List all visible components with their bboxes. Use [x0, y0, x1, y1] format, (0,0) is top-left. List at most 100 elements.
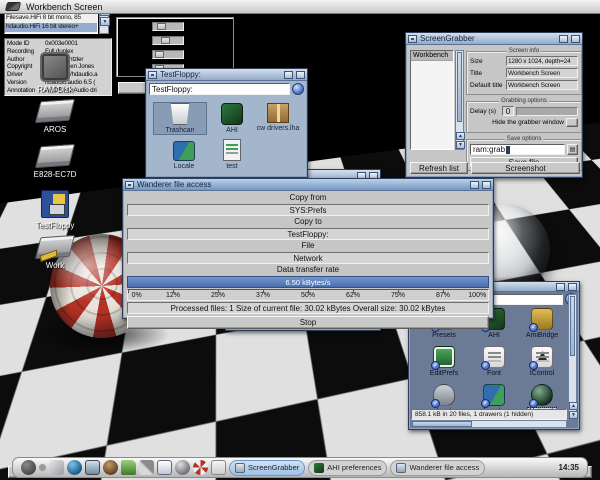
shell-icon[interactable]	[49, 460, 64, 475]
grey-ball-icon[interactable]	[175, 460, 190, 475]
progress-scale: 0% 12% 25% 37% 50% 62% 75% 87% 100%	[127, 289, 489, 301]
copy-to-label: Copy to	[127, 217, 489, 227]
network-icon: ✓	[531, 384, 553, 406]
taskbar-window-ahi[interactable]: AHI preferences	[308, 460, 387, 476]
file-access-titlebar[interactable]: Wanderer file access	[123, 179, 493, 191]
desktop-icon-e828[interactable]: E828-EC7D	[22, 145, 88, 179]
file-label: File	[127, 241, 489, 251]
search-doc-icon[interactable]	[157, 460, 172, 475]
icontrol-icon: ✓	[531, 346, 553, 368]
screen-list[interactable]: Workbench	[410, 50, 454, 150]
horizontal-scrollbar[interactable]	[411, 420, 567, 428]
browser-earth-icon[interactable]	[67, 460, 82, 475]
depth-gadget[interactable]	[296, 71, 305, 79]
text-cursor	[506, 146, 510, 154]
screengrabber-titlebar[interactable]: ScreenGrabber	[406, 33, 582, 45]
title-value: Workbench Screen	[506, 68, 578, 78]
status-bar: 858.1 kB in 20 files, 1 drawers (1 hidde…	[411, 409, 567, 420]
close-gadget[interactable]	[125, 181, 134, 189]
menu-bar[interactable]: Workbench Screen	[0, 0, 600, 14]
copy-from-label: Copy from	[127, 193, 489, 203]
depth-gadget[interactable]	[571, 35, 580, 43]
hide-grabber-label: Hide the grabber window	[492, 119, 564, 126]
dvi-ami-icon[interactable]	[211, 460, 226, 475]
delay-slider[interactable]	[516, 107, 578, 116]
gain-label: Gain	[120, 37, 150, 44]
text-file-icon	[223, 139, 241, 161]
close-gadget[interactable]	[408, 35, 417, 43]
file-icon-cwdrivers[interactable]: cw drivers.lha	[252, 103, 304, 132]
scroll-up-icon[interactable]: ▲	[569, 402, 578, 410]
close-gadget[interactable]	[148, 71, 157, 79]
zoom-gadget[interactable]	[559, 35, 568, 43]
zoom-gadget[interactable]	[556, 283, 565, 291]
vertical-scrollbar[interactable]: ▲ ▼	[568, 294, 577, 420]
desktop-icon-work[interactable]: Work	[22, 236, 88, 270]
amidog-icon[interactable]	[103, 460, 118, 475]
file-icon-locale[interactable]: Locale	[158, 141, 210, 170]
hide-grabber-checkbox[interactable]	[566, 118, 578, 127]
refresh-list-button[interactable]: Refresh list	[410, 162, 468, 174]
stop-button[interactable]: Stop	[127, 316, 489, 329]
file-popup-icon[interactable]: ▤	[567, 144, 578, 155]
filename-input[interactable]: ram:grab	[470, 144, 565, 155]
scrollbar-knob[interactable]	[570, 296, 575, 356]
scroll-down-icon[interactable]: ▼	[569, 411, 578, 419]
prefs-icon-icontrol[interactable]: ✓ IControl	[517, 346, 567, 377]
path-popup-button[interactable]	[292, 83, 304, 95]
screen-list-scrollbar[interactable]: ▲ ▼	[455, 50, 464, 150]
locale-icon	[173, 141, 195, 161]
grabbing-options-group: Grabbing options Delay (s) 0 Hide the gr…	[466, 101, 582, 133]
input-slider[interactable]	[152, 50, 184, 59]
delay-value[interactable]: 0	[502, 106, 514, 116]
taskbar[interactable]: ScreenGrabber AHI preferences Wanderer f…	[12, 457, 588, 478]
screenshot-button[interactable]: Screenshot	[471, 162, 580, 174]
file-access-window[interactable]: Wanderer file access Copy from SYS:Prefs…	[122, 178, 494, 319]
trashcan-icon	[169, 103, 191, 125]
mode-list-item-selected[interactable]: hdaudio.HiFi 16 bit stereo+	[5, 23, 97, 32]
desktop-icon-aros[interactable]: AROS	[22, 100, 88, 134]
screengrabber-window[interactable]: ScreenGrabber Workbench ▲ ▼ Screen info …	[405, 32, 583, 178]
file-icon-ahi[interactable]: AHI	[206, 103, 258, 134]
screens-icon[interactable]	[85, 460, 100, 475]
testfloppy-window[interactable]: TestFloppy: TestFloppy: Trashcan AHI cw	[145, 68, 308, 178]
scrollbar-knob[interactable]	[457, 52, 462, 122]
depth-gadget[interactable]	[482, 181, 491, 189]
drawer-icon[interactable]	[121, 460, 136, 475]
monitor-slider[interactable]	[152, 22, 184, 31]
zune-menu-icon[interactable]	[21, 460, 36, 475]
zoom-gadget[interactable]	[284, 71, 293, 79]
locale-icon: ✓	[483, 384, 505, 406]
file-icon-trashcan[interactable]: Trashcan	[154, 103, 206, 134]
tools-icon[interactable]	[139, 460, 154, 475]
input-label: Input	[120, 51, 150, 58]
depth-gadget[interactable]	[568, 283, 577, 291]
taskbar-window-wanderer[interactable]: Wanderer file access	[390, 460, 485, 476]
scroll-down-icon[interactable]: ▼	[100, 17, 110, 26]
desktop-icon-ramdisk[interactable]: RAM Disk	[22, 52, 88, 94]
disk-pencil-icon	[35, 235, 75, 259]
scroll-up-icon[interactable]: ▲	[456, 132, 465, 140]
ahi-drawer-icon	[221, 103, 243, 125]
testfloppy-titlebar[interactable]: TestFloppy:	[146, 69, 307, 81]
screen-list-item[interactable]: Workbench	[411, 51, 453, 61]
scroll-down-icon[interactable]: ▼	[456, 141, 465, 149]
default-title-value: Workbench Screen	[506, 80, 578, 90]
zoom-gadget[interactable]	[470, 181, 479, 189]
prefs-icon-amibridge[interactable]: ✓ AmiBridge	[517, 308, 567, 339]
boing-ball-icon[interactable]	[193, 460, 208, 475]
aros-logo-icon[interactable]	[5, 2, 21, 11]
taskbar-window-screengrabber[interactable]: ScreenGrabber	[229, 460, 305, 476]
copy-from-value: SYS:Prefs	[127, 204, 489, 216]
mode-list-item[interactable]: Filesave.HiFi 8 bit mono, 85	[5, 14, 97, 23]
copy-to-value: TestFloppy:	[127, 228, 489, 240]
path-input[interactable]: TestFloppy:	[149, 83, 290, 95]
gain-slider[interactable]	[152, 36, 184, 45]
workbench-screen: Workbench Screen RAM Disk AROS E828-EC7D…	[0, 0, 600, 480]
file-icon-test[interactable]: test	[206, 139, 258, 170]
prefs-icon-editprefs[interactable]: ✓ EditPrefs	[419, 346, 469, 377]
desktop-icon-testfloppy[interactable]: TestFloppy	[22, 190, 88, 230]
dot-icon[interactable]	[39, 464, 46, 471]
prefs-icon-font[interactable]: ✓ Font	[469, 346, 519, 377]
scrollbar-knob[interactable]	[412, 421, 472, 427]
